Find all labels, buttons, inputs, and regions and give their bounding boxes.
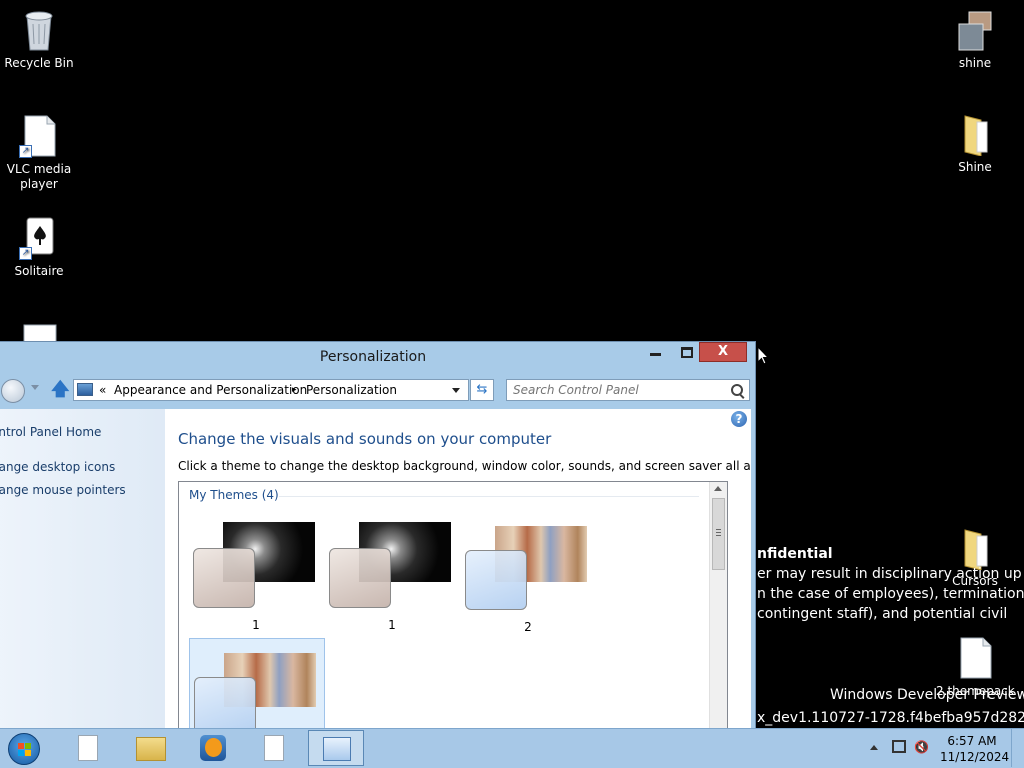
document-icon (78, 735, 98, 761)
help-icon[interactable]: ? (731, 411, 747, 427)
search-box[interactable] (506, 379, 750, 401)
sidebar-link-change-desktop-icons[interactable]: hange desktop icons (0, 460, 115, 474)
folder-icon (955, 112, 995, 157)
breadcrumb-appearance[interactable]: Appearance and Personalization (114, 380, 307, 400)
system-clock[interactable]: 6:57 AM 11/12/2024 (940, 733, 1010, 765)
breadcrumb-overflow[interactable]: « (99, 380, 106, 400)
desktop-icon-solitaire[interactable]: ↗ Solitaire (0, 216, 78, 279)
group-divider (279, 496, 699, 497)
desktop-icon-shine-folder[interactable]: Shine (936, 112, 1014, 175)
recent-pages-dropdown-icon[interactable] (31, 385, 39, 390)
clock-time: 6:57 AM (947, 734, 997, 748)
maximize-button[interactable] (673, 342, 701, 362)
taskbar-button-control-panel[interactable] (308, 730, 364, 766)
watermark-line-3: contingent staff), and potential civil (757, 606, 1008, 622)
desktop-icon-recycle-bin[interactable]: Recycle Bin (0, 8, 78, 71)
volume-muted-icon[interactable]: 🔇 (914, 739, 930, 755)
address-bar[interactable]: « Appearance and Personalization ▸ Perso… (73, 379, 469, 401)
theme-window-color-preview (194, 677, 256, 730)
solitaire-icon: ↗ (19, 216, 59, 260)
main-content: ? Change the visuals and sounds on your … (165, 409, 751, 730)
theme-item[interactable]: 1 (325, 522, 461, 632)
theme-label: 1 (388, 618, 396, 632)
sidebar: ontrol Panel Home hange desktop icons ha… (0, 409, 165, 730)
document-icon (955, 636, 995, 680)
themes-list: My Themes (4) 1 1 2 (178, 481, 728, 730)
sidebar-link-control-panel-home[interactable]: ontrol Panel Home (0, 425, 101, 439)
image-icon (955, 8, 995, 52)
desktop-icon-label: shine (958, 56, 992, 70)
theme-label: 2 (524, 620, 532, 634)
grip-icon (716, 529, 721, 530)
taskbar: 🔇 6:57 AM 11/12/2024 (0, 728, 1024, 768)
title-bar[interactable]: Personalization X (0, 342, 755, 374)
breadcrumb-separator-icon[interactable]: ▸ (292, 380, 297, 400)
theme-label: 1 (252, 618, 260, 632)
control-panel-icon (323, 737, 351, 761)
network-icon[interactable] (892, 740, 906, 753)
desktop-icon-label: Recycle Bin (4, 56, 74, 70)
document-icon (264, 735, 284, 761)
theme-window-color-preview (193, 548, 255, 608)
windows-logo-icon (8, 733, 40, 765)
address-dropdown-icon[interactable] (452, 388, 460, 393)
desktop-icon-vlc[interactable]: ↗ VLC media player (0, 114, 78, 192)
scroll-up-arrow-icon[interactable] (714, 486, 722, 491)
document-icon (19, 322, 59, 346)
back-button[interactable] (1, 379, 25, 403)
theme-item-selected[interactable] (189, 638, 325, 730)
watermark-confidential-title: nfidential (757, 546, 833, 562)
navigation-bar: 🡅 « Appearance and Personalization ▸ Per… (0, 375, 755, 407)
desktop-icon-shine-image[interactable]: shine (936, 8, 1014, 71)
taskbar-button-media-player[interactable] (184, 730, 240, 766)
start-button[interactable] (4, 731, 46, 765)
control-panel-icon (77, 383, 93, 396)
sidebar-link-change-mouse-pointers[interactable]: hange mouse pointers (0, 483, 126, 497)
watermark-build-title: Windows Developer Preview (830, 687, 1024, 703)
minimize-button[interactable] (641, 342, 669, 362)
breadcrumb-personalization[interactable]: Personalization (306, 380, 397, 400)
close-button[interactable]: X (699, 342, 747, 362)
personalization-window: Personalization X 🡅 « Appearance and Per… (0, 341, 756, 731)
theme-item[interactable]: 1 (189, 522, 325, 632)
clock-date: 11/12/2024 (940, 750, 1010, 764)
page-heading: Change the visuals and sounds on your co… (178, 430, 552, 448)
desktop-icon-label: VLC media player (6, 162, 72, 191)
watermark-line-2: n the case of employees), termination (757, 586, 1024, 602)
themes-scrollbar[interactable] (709, 482, 727, 730)
watermark-build-string: x_dev1.110727-1728.f4befba957d2825b (757, 710, 1024, 726)
media-player-icon (200, 735, 226, 761)
theme-item[interactable]: 2 (461, 524, 597, 634)
folder-icon (136, 737, 166, 761)
taskbar-button-document[interactable] (60, 730, 116, 766)
document-icon: ↗ (19, 114, 59, 158)
show-desktop-button[interactable] (1011, 729, 1024, 767)
desktop-icon-label: Solitaire (14, 264, 64, 278)
show-hidden-icons-arrow-icon[interactable] (870, 745, 878, 750)
shortcut-arrow-icon: ↗ (19, 247, 32, 260)
search-input[interactable] (513, 382, 713, 398)
search-icon[interactable] (731, 384, 743, 396)
theme-window-color-preview (329, 548, 391, 608)
watermark-line-1: er may result in disciplinary action up … (757, 566, 1024, 582)
taskbar-button-explorer[interactable] (122, 730, 178, 766)
scroll-thumb[interactable] (712, 498, 725, 570)
refresh-button[interactable]: ⇆ (470, 379, 494, 401)
recycle-bin-icon (19, 8, 59, 52)
group-header-my-themes[interactable]: My Themes (4) (189, 488, 279, 502)
up-arrow-icon[interactable]: 🡅 (51, 381, 70, 399)
taskbar-button-document-2[interactable] (246, 730, 302, 766)
theme-window-color-preview (465, 550, 527, 610)
shortcut-arrow-icon: ↗ (19, 145, 32, 158)
desktop-icon-label: Shine (958, 160, 992, 174)
page-description: Click a theme to change the desktop back… (178, 459, 751, 473)
